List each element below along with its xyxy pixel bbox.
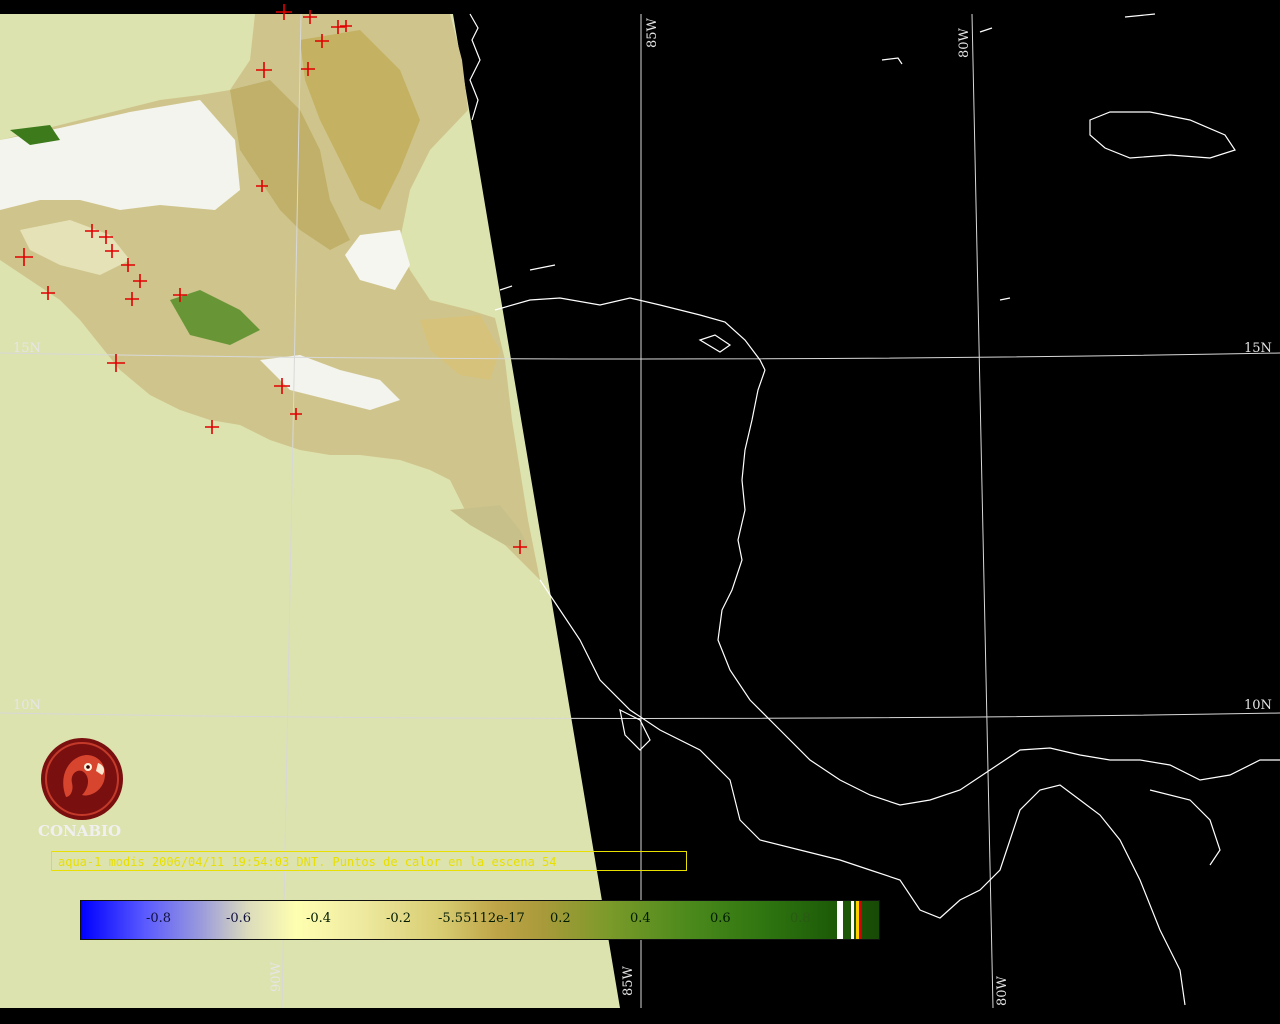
colorbar-tick: -5.55112e-17: [438, 911, 525, 926]
scene-caption: aqua-1 modis 2006/04/11 19:54:03 DNT. Pu…: [51, 851, 687, 871]
colorbar-white-stripe: [837, 901, 843, 939]
lon-label-90w-bottom: 90W: [269, 962, 284, 992]
conabio-macaw-seal-icon: [41, 738, 123, 820]
colorbar-tick: -0.2: [386, 911, 412, 926]
colorbar-white-stripe-2: [851, 901, 854, 939]
lon-label-85w-top: 85W: [645, 18, 660, 48]
colorbar-red-stripe: [859, 901, 862, 939]
colorbar-tick: -0.4: [306, 911, 332, 926]
colorbar-tick: -0.6: [226, 911, 252, 926]
lon-label-80w-bottom: 80W: [995, 976, 1010, 1006]
colorbar-tick: 0.8: [790, 911, 811, 926]
lat-label-10n-right: 10N: [1244, 698, 1272, 713]
lon-label-80w-top: 80W: [957, 28, 972, 58]
colorbar-tick: 0.6: [710, 911, 731, 926]
lat-label-15n-right: 15N: [1244, 341, 1272, 356]
lat-label-15n: 15N: [13, 341, 41, 356]
colorbar-tick: -0.8: [146, 911, 172, 926]
lon-label-85w-bottom: 85W: [621, 966, 636, 996]
conabio-wordmark: CONABIO: [38, 822, 122, 840]
colorbar-tick: 0.2: [550, 911, 571, 926]
lat-label-10n: 10N: [13, 698, 41, 713]
colorbar-tick: 0.4: [630, 911, 651, 926]
